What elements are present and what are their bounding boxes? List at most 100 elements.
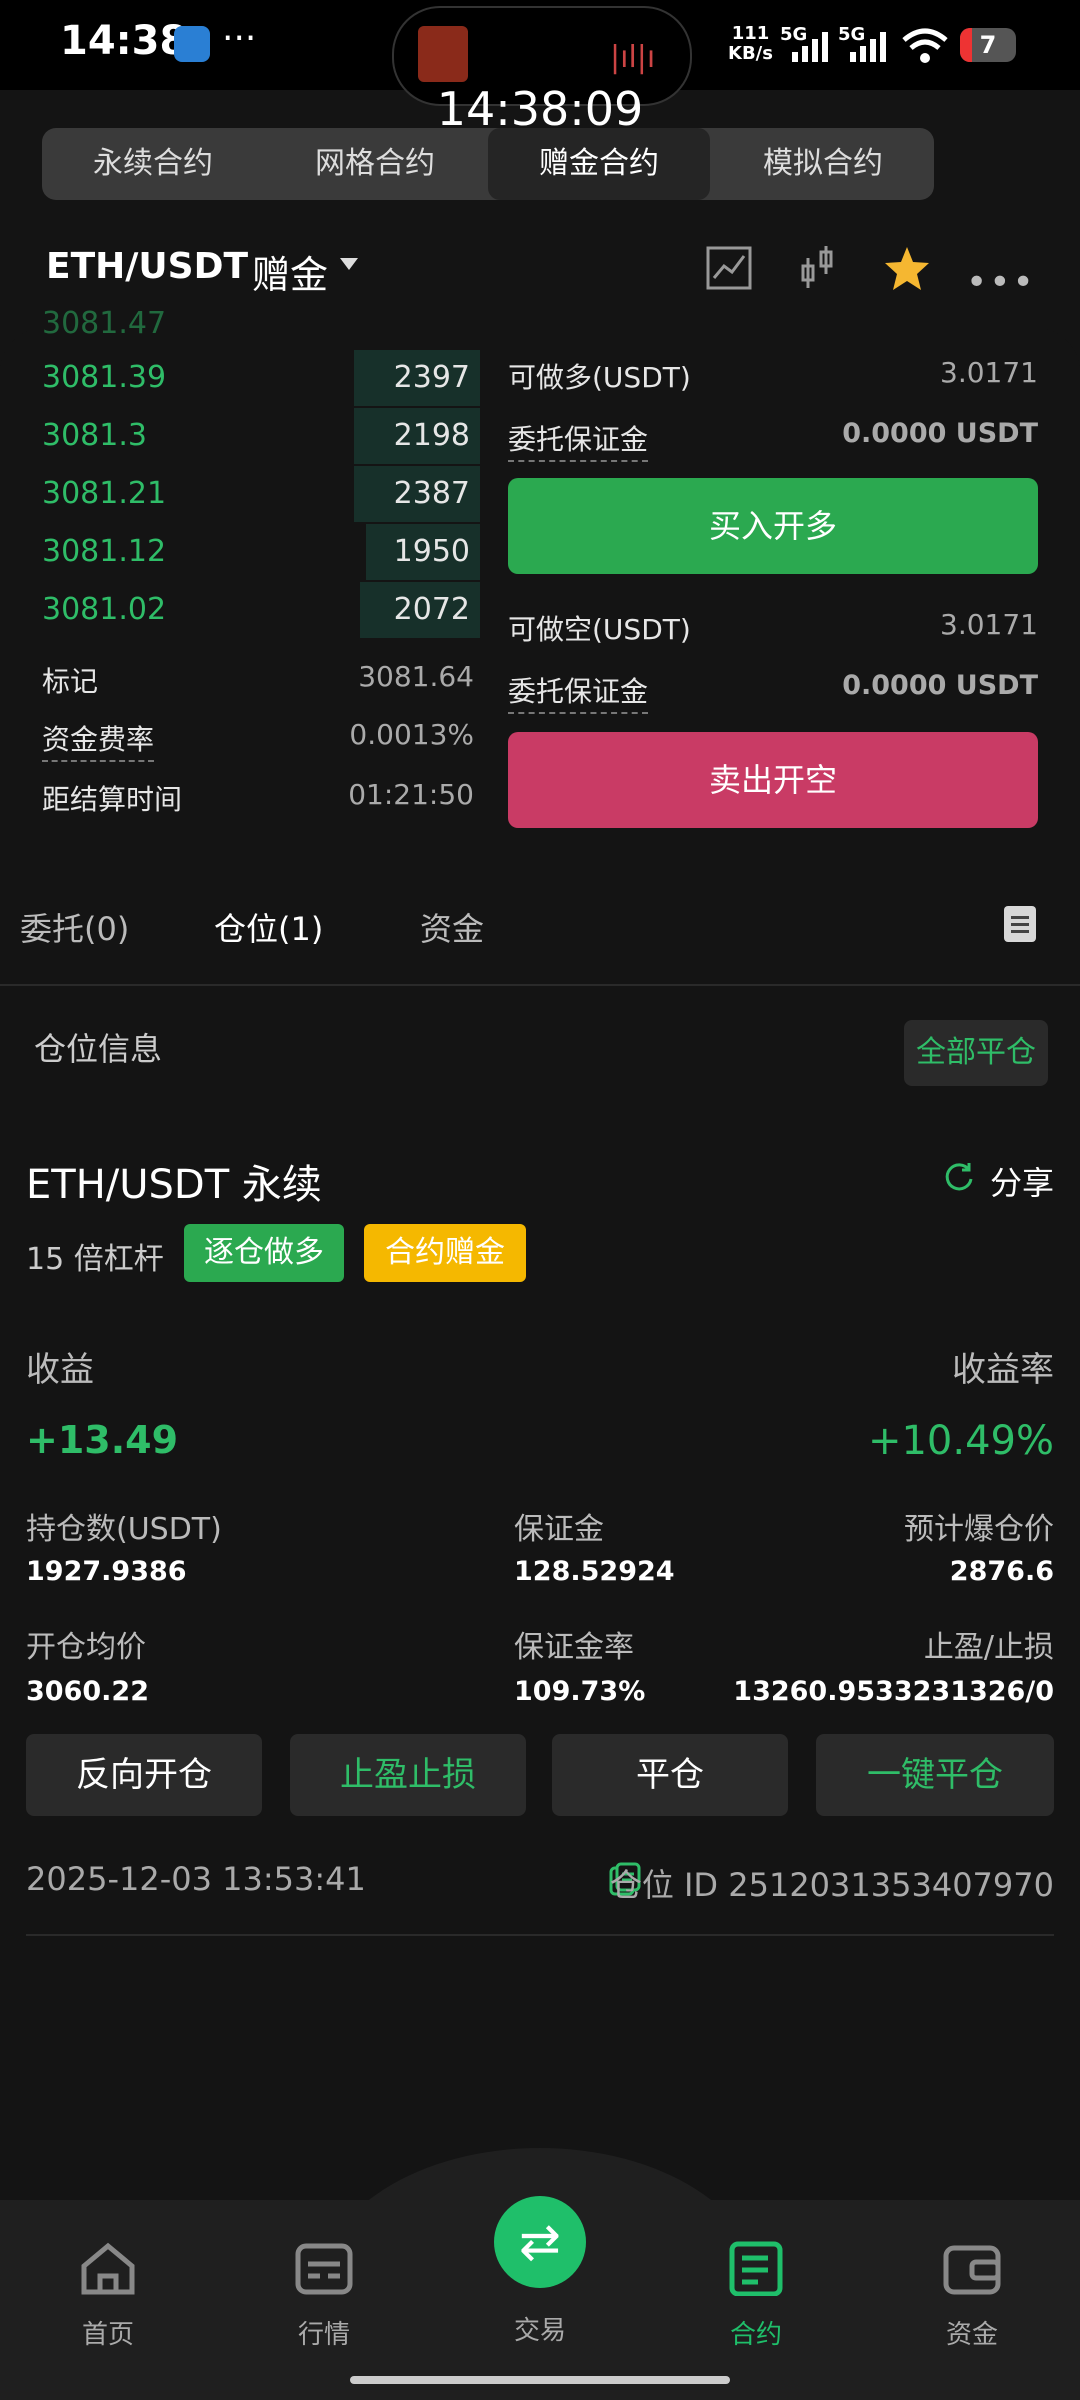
leverage-label: 15 倍杠杆 xyxy=(26,1242,164,1277)
roe-value: +10.49% xyxy=(867,1418,1054,1464)
market-icon xyxy=(295,2243,353,2295)
home-indicator[interactable] xyxy=(350,2376,730,2384)
long-margin-label[interactable]: 委托保证金 xyxy=(508,418,649,462)
divider xyxy=(0,984,1080,986)
short-margin-value: 0.0000 USDT xyxy=(842,670,1038,701)
isolated-long-badge: 逐仓做多 xyxy=(184,1224,344,1282)
app-notification-icon xyxy=(174,26,210,62)
pnl-label: 收益 xyxy=(26,1350,94,1390)
long-margin-value: 0.0000 USDT xyxy=(842,418,1038,449)
contract-icon xyxy=(729,2241,783,2297)
nav-market-label: 行情 xyxy=(297,2320,350,2350)
network-speed: 111 KB/s xyxy=(728,23,773,64)
nav-assets[interactable]: 资金 xyxy=(902,2240,1042,2351)
entry-price-label: 开仓均价 xyxy=(26,1630,146,1665)
bid-price: 3081.12 xyxy=(42,534,167,569)
tab-bonus[interactable]: 赠金合约 xyxy=(488,128,710,200)
settle-time-label: 距结算时间 xyxy=(42,783,183,816)
short-available-value: 3.0171 xyxy=(940,608,1038,641)
buy-long-button[interactable]: 买入开多 xyxy=(508,478,1038,574)
tab-grid[interactable]: 网格合约 xyxy=(264,128,486,200)
signal-bars-icon-2 xyxy=(850,32,886,62)
position-id: 仓位 ID 2512031353407970 xyxy=(609,1866,1054,1904)
position-section-title: 仓位信息 xyxy=(34,1030,163,1068)
tpsl-label: 止盈/止损 xyxy=(923,1630,1054,1665)
nav-trade-label: 交易 xyxy=(513,2316,566,2346)
signal-bars-icon xyxy=(792,32,828,62)
liquidation-value: 2876.6 xyxy=(949,1556,1054,1587)
orderbook-row[interactable]: 3081.21 2387 xyxy=(0,466,480,524)
divider xyxy=(26,1934,1054,1936)
orderbook-clipped-row: 3081.47 xyxy=(42,306,167,336)
candlestick-icon[interactable] xyxy=(798,244,836,292)
position-size-label: 持仓数(USDT) xyxy=(26,1512,222,1547)
tab-orders[interactable]: 委托(0) xyxy=(20,904,129,950)
mark-label: 标记 xyxy=(42,665,99,698)
bid-qty: 2198 xyxy=(393,418,470,453)
position-size-value: 1927.9386 xyxy=(26,1556,187,1587)
nav-contract[interactable]: 合约 xyxy=(686,2240,826,2351)
bid-qty: 1950 xyxy=(393,534,470,569)
share-label[interactable]: 分享 xyxy=(990,1158,1054,1204)
bonus-badge: 合约赠金 xyxy=(364,1224,526,1282)
orderbook-row[interactable]: 3081.39 2397 xyxy=(0,350,480,408)
orderbook-row[interactable]: 3081.02 2072 xyxy=(0,582,480,640)
wallet-icon xyxy=(943,2245,1001,2295)
margin-rate-value: 109.73% xyxy=(514,1676,646,1707)
position-symbol[interactable]: ETH/USDT 永续 xyxy=(26,1152,322,1210)
tab-positions[interactable]: 仓位(1) xyxy=(214,904,323,950)
close-all-button[interactable]: 全部平仓 xyxy=(904,1020,1048,1086)
margin-rate-label: 保证金率 xyxy=(514,1630,634,1665)
pnl-value: +13.49 xyxy=(26,1418,179,1462)
orderbook-row[interactable]: 3081.3 2198 xyxy=(0,408,480,466)
reverse-open-button[interactable]: 反向开仓 xyxy=(26,1734,262,1816)
bid-price: 3081.02 xyxy=(42,592,167,627)
chart-icon[interactable] xyxy=(706,246,752,290)
nav-trade[interactable]: 交易 xyxy=(470,2240,610,2347)
audio-wave-icon: |ıl|ı xyxy=(610,40,656,75)
more-notifications-icon: ··· xyxy=(222,18,257,59)
nav-home[interactable]: 首页 xyxy=(38,2240,178,2351)
roe-label: 收益率 xyxy=(952,1350,1054,1390)
orderbook-row[interactable]: 3081.12 1950 xyxy=(0,524,480,582)
bid-qty: 2387 xyxy=(393,476,470,511)
funding-rate-label[interactable]: 资金费率 xyxy=(42,718,155,762)
more-options-icon[interactable]: ••• xyxy=(966,262,1036,303)
pair-dropdown-icon[interactable] xyxy=(340,258,358,270)
short-margin-label[interactable]: 委托保证金 xyxy=(508,670,649,714)
liquidation-label: 预计爆仓价 xyxy=(904,1512,1054,1547)
bid-price: 3081.39 xyxy=(42,360,167,395)
tpsl-button[interactable]: 止盈止损 xyxy=(290,1734,526,1816)
entry-price-value: 3060.22 xyxy=(26,1676,149,1707)
document-icon[interactable] xyxy=(1004,906,1036,942)
contract-type-tabs: 永续合约 网格合约 赠金合约 模拟合约 xyxy=(42,128,934,200)
one-click-close-button[interactable]: 一键平仓 xyxy=(816,1734,1054,1816)
mark-value: 3081.64 xyxy=(358,660,474,693)
tab-funds[interactable]: 资金 xyxy=(420,904,484,950)
tpsl-value: 13260.9533231326/0 xyxy=(733,1676,1054,1707)
short-available-label: 可做空(USDT) xyxy=(508,613,691,646)
bid-qty: 2072 xyxy=(393,592,470,627)
nav-market[interactable]: 行情 xyxy=(254,2240,394,2351)
long-available-value: 3.0171 xyxy=(940,356,1038,389)
margin-label: 保证金 xyxy=(514,1512,604,1547)
favorite-star-icon[interactable] xyxy=(882,244,932,294)
tab-perpetual[interactable]: 永续合约 xyxy=(42,128,264,200)
nav-assets-label: 资金 xyxy=(945,2320,998,2350)
home-icon xyxy=(81,2242,135,2295)
sell-short-button[interactable]: 卖出开空 xyxy=(508,732,1038,828)
status-time: 14:38 xyxy=(60,18,188,64)
margin-value: 128.52924 xyxy=(514,1556,675,1587)
nav-contract-label: 合约 xyxy=(729,2320,782,2350)
pair-name[interactable]: ETH/USDT xyxy=(46,246,248,287)
position-timestamp: 2025-12-03 13:53:41 xyxy=(26,1860,366,1898)
nav-home-label: 首页 xyxy=(81,2320,134,2350)
pair-tag[interactable]: 赠金 xyxy=(252,244,328,299)
tab-demo[interactable]: 模拟合约 xyxy=(712,128,934,200)
share-icon[interactable] xyxy=(942,1160,976,1194)
bid-price: 3081.21 xyxy=(42,476,167,511)
long-available-label: 可做多(USDT) xyxy=(508,361,691,394)
close-position-button[interactable]: 平仓 xyxy=(552,1734,788,1816)
wifi-icon xyxy=(902,28,948,63)
bid-qty: 2397 xyxy=(393,360,470,395)
